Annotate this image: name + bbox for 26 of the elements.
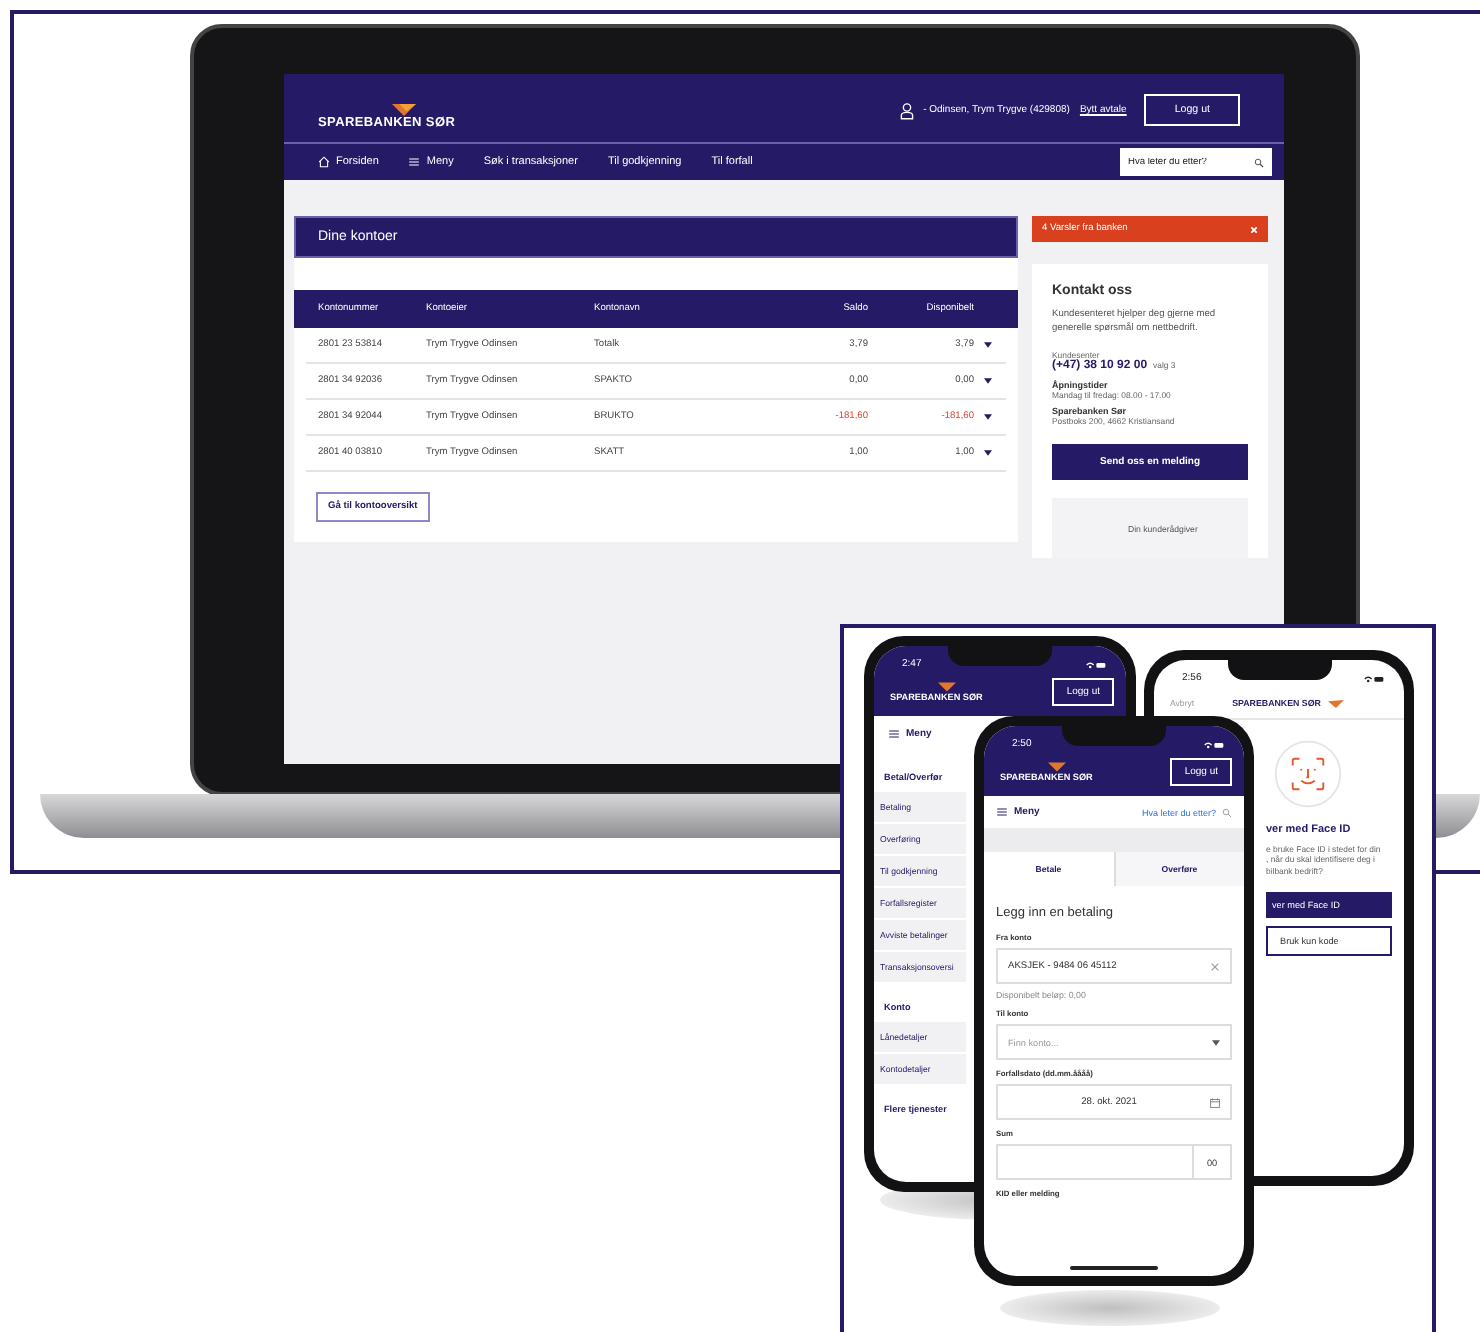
status-icon	[1202, 739, 1224, 749]
close-icon[interactable]	[1250, 225, 1258, 233]
home-icon	[318, 156, 330, 168]
caret-icon[interactable]	[1212, 1039, 1220, 1045]
menu-icon	[408, 156, 421, 168]
clear-icon[interactable]	[1210, 961, 1220, 971]
logo-icon	[937, 682, 956, 692]
face-id-icon	[1274, 740, 1342, 808]
phone-notch	[948, 644, 1052, 666]
search-icon	[1254, 157, 1264, 167]
status-icon	[1362, 673, 1384, 683]
phone-notch	[1062, 724, 1166, 746]
caret-icon[interactable]	[984, 414, 992, 420]
logo-icon	[1328, 699, 1345, 707]
caret-icon[interactable]	[984, 378, 992, 384]
menu-icon[interactable]	[996, 806, 1008, 818]
caret-icon[interactable]	[984, 450, 992, 456]
caret-icon[interactable]	[984, 342, 992, 348]
home-indicator	[1070, 1266, 1158, 1270]
menu-icon[interactable]	[888, 728, 900, 740]
phone-notch	[1227, 658, 1331, 680]
calendar-icon[interactable]	[1210, 1097, 1220, 1107]
user-icon	[899, 101, 914, 119]
status-icon	[1084, 659, 1106, 669]
search-icon[interactable]	[1222, 807, 1232, 817]
logo-icon	[392, 104, 417, 116]
